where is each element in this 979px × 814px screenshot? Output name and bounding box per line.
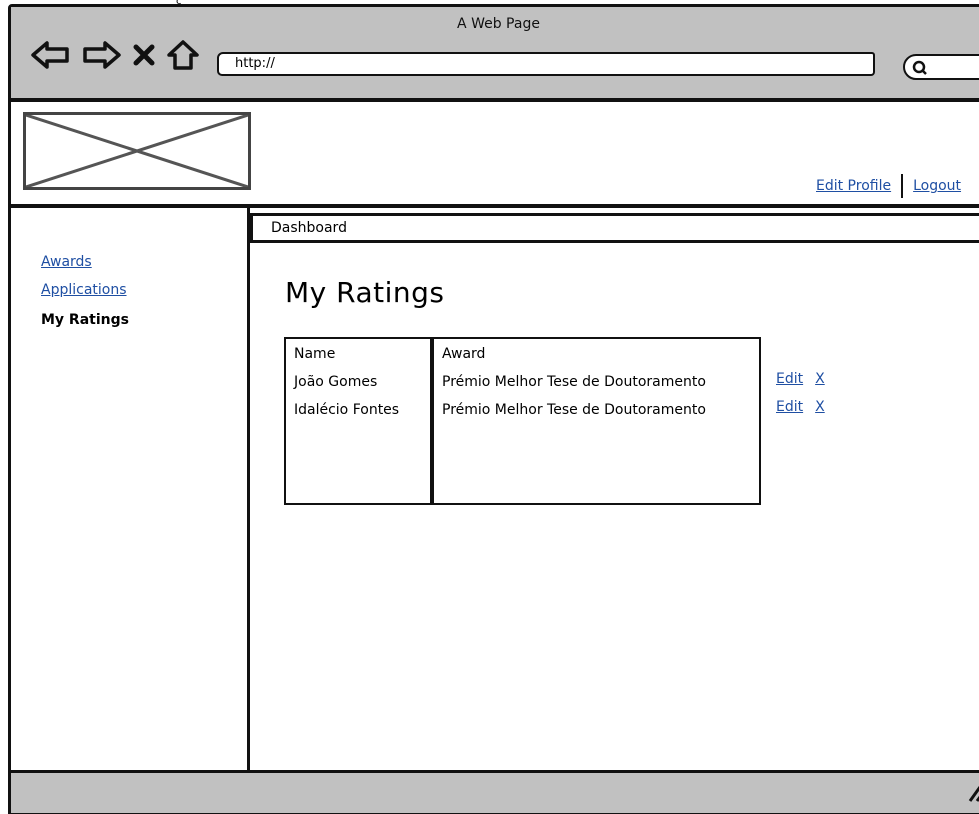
url-field[interactable]: http:// <box>217 52 875 76</box>
edit-rating-button[interactable]: Edit <box>776 399 803 415</box>
sidebar-item-applications[interactable]: Applications <box>41 282 127 298</box>
home-icon[interactable] <box>165 37 201 73</box>
browser-toolbar: A Web Page http:// <box>11 7 979 102</box>
window-title: A Web Page <box>457 16 540 32</box>
delete-rating-button[interactable]: X <box>815 371 825 387</box>
table-cell-award: Prémio Melhor Tese de Doutoramento <box>442 374 706 390</box>
row-actions: Edit X <box>776 399 825 415</box>
sidebar: Awards Applications My Ratings <box>11 208 250 770</box>
search-field[interactable] <box>903 54 979 80</box>
search-icon <box>912 60 927 75</box>
sidebar-item-my-ratings[interactable]: My Ratings <box>41 312 129 328</box>
stop-x-icon[interactable] <box>129 37 159 73</box>
award-column: Award Prémio Melhor Tese de Doutoramento… <box>432 337 761 505</box>
forward-arrow-icon[interactable] <box>79 37 123 73</box>
logout-link[interactable]: Logout <box>913 178 961 194</box>
column-header-award: Award <box>442 346 486 362</box>
nav-buttons <box>29 37 201 73</box>
row-actions: Edit X <box>776 371 825 387</box>
link-separator <box>901 174 904 198</box>
name-column: Name João Gomes Idalécio Fontes <box>284 337 432 505</box>
edit-rating-button[interactable]: Edit <box>776 371 803 387</box>
table-cell-name: João Gomes <box>294 374 378 390</box>
resize-grip-icon[interactable] <box>964 783 979 803</box>
back-arrow-icon[interactable] <box>29 37 73 73</box>
tab-dashboard[interactable]: Dashboard <box>250 213 979 243</box>
page-title: My Ratings <box>285 276 445 309</box>
column-header-name: Name <box>294 346 336 362</box>
logo-placeholder <box>23 112 251 190</box>
delete-rating-button[interactable]: X <box>815 399 825 415</box>
table-cell-award: Prémio Melhor Tese de Doutoramento <box>442 402 706 418</box>
header-links: Edit Profile Logout <box>816 174 961 198</box>
sidebar-item-awards[interactable]: Awards <box>41 254 92 270</box>
table-cell-name: Idalécio Fontes <box>294 402 400 418</box>
edit-profile-link[interactable]: Edit Profile <box>816 178 891 194</box>
